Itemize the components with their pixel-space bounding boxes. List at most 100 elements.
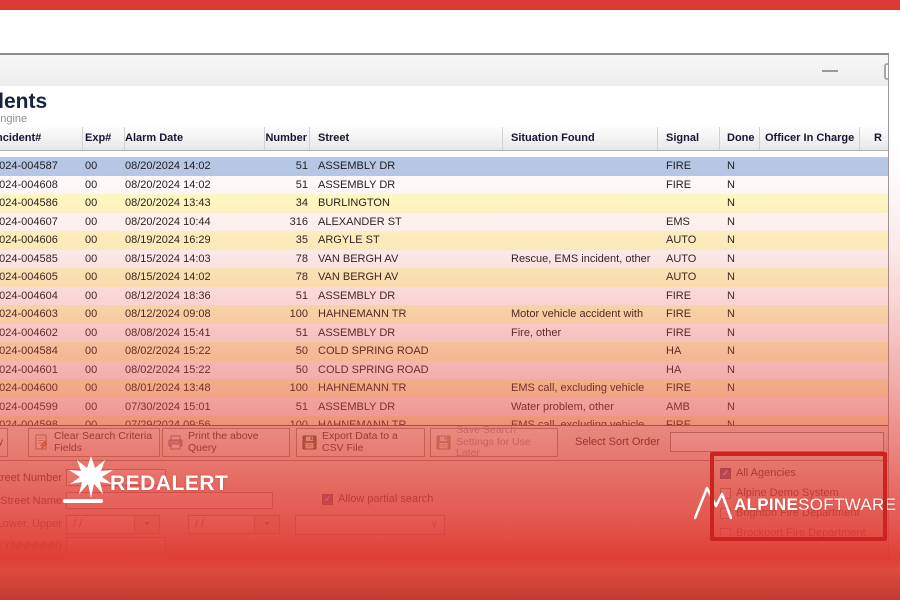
exp-cell: 00 (83, 157, 125, 176)
incident-number-cell: 2024-004607 (0, 213, 83, 232)
column-header[interactable]: Signal (658, 127, 720, 150)
done-cell: N (720, 398, 760, 417)
empty-combobox[interactable]: ∨ (295, 515, 445, 535)
table-row[interactable]: 2024-004601 00 08/02/2024 15:22 50 COLD … (0, 361, 888, 380)
sort-order-input[interactable] (670, 432, 884, 452)
street-number-cell: 34 (265, 194, 310, 213)
table-row[interactable]: 2024-004608 00 08/20/2024 14:02 51 ASSEM… (0, 176, 888, 195)
street-cell: ASSEMBLY DR (310, 398, 503, 417)
street-cell: HAHNEMANN TR (310, 379, 503, 398)
column-header[interactable]: Number (265, 127, 310, 150)
officer-in-charge-cell (760, 398, 860, 417)
table-row[interactable]: 2024-004603 00 08/12/2024 09:08 100 HAHN… (0, 305, 888, 324)
table-row[interactable]: 2024-004586 00 08/20/2024 13:43 34 BURLI… (0, 194, 888, 213)
signal-cell: FIRE (658, 157, 720, 176)
minimize-icon[interactable] (822, 70, 838, 72)
situation-found-cell (503, 194, 658, 213)
signal-cell: HA (658, 361, 720, 380)
save-disk-icon (435, 434, 452, 451)
incident-number-input[interactable] (66, 537, 166, 554)
street-cell: COLD SPRING ROAD (310, 342, 503, 361)
signal-cell: FIRE (658, 176, 720, 195)
column-header[interactable]: Alarm Date (125, 127, 265, 150)
column-header[interactable]: Incident# (0, 127, 83, 150)
maximize-icon[interactable] (884, 63, 889, 80)
table-row[interactable]: 2024-004607 00 08/20/2024 10:44 316 ALEX… (0, 213, 888, 232)
page-subtitle: Search Engine (0, 113, 888, 125)
date-range-label: Lower, Upper (0, 518, 62, 530)
table-row[interactable]: 2024-004606 00 08/19/2024 16:29 35 ARGYL… (0, 231, 888, 250)
select-sort-order-label: Select Sort Order (575, 436, 660, 448)
officer-in-charge-cell (760, 231, 860, 250)
page-header: Incidents Search Engine (0, 90, 888, 125)
allow-partial-search-checkbox[interactable]: ✓ Allow partial search (322, 493, 433, 505)
situation-found-cell: Rescue, EMS incident, other (503, 250, 658, 269)
incident-number-cell: 2024-004584 (0, 342, 83, 361)
situation-found-cell (503, 268, 658, 287)
dropdown-arrow-icon[interactable]: ▼ (254, 516, 279, 533)
exp-cell: 00 (83, 287, 125, 306)
mountain-icon (694, 482, 732, 520)
r-cell (860, 342, 888, 361)
save-search-settings-label: Save Search Settings for Use Later (456, 425, 553, 460)
table-row[interactable]: 2024-004600 00 08/01/2024 13:48 100 HAHN… (0, 379, 888, 398)
exp-cell: 00 (83, 176, 125, 195)
column-header[interactable]: Street (310, 127, 503, 150)
exp-cell: 00 (83, 416, 125, 425)
r-cell (860, 305, 888, 324)
alpine-logo-light-text: SOFTWARE (798, 495, 896, 514)
agency-checkbox-all[interactable]: ✓ All Agencies (720, 467, 796, 479)
table-row[interactable]: 2024-004587 00 08/20/2024 14:02 51 ASSEM… (0, 157, 888, 176)
officer-in-charge-cell (760, 416, 860, 425)
table-row[interactable]: 2024-004599 00 07/30/2024 15:01 51 ASSEM… (0, 398, 888, 417)
print-query-label: Print the above Query (188, 431, 285, 455)
exp-cell: 00 (83, 194, 125, 213)
table-body: 2024-004587 00 08/20/2024 14:02 51 ASSEM… (0, 157, 888, 425)
dropdown-arrow-icon[interactable]: ▼ (134, 516, 159, 533)
done-cell: N (720, 194, 760, 213)
cut-off-button[interactable]: y (0, 428, 8, 457)
incident-number-cell: 2024-004608 (0, 176, 83, 195)
table-row[interactable]: 2024-004605 00 08/15/2024 14:02 78 VAN B… (0, 268, 888, 287)
date-upper-field[interactable]: / / ▼ (188, 515, 280, 534)
promo-canvas: Incidents Search Engine Incident#Exp#Ala… (0, 0, 900, 600)
date-lower-field[interactable]: / / ▼ (66, 515, 160, 534)
agency-checkbox-brockport[interactable]: Brockport Fire Department (720, 527, 866, 539)
officer-in-charge-cell (760, 324, 860, 343)
done-cell: N (720, 287, 760, 306)
incident-number-cell: 2024-004586 (0, 194, 83, 213)
table-row[interactable]: 2024-004598 00 07/29/2024 09:56 100 HAHN… (0, 416, 888, 425)
table-row[interactable]: 2024-004585 00 08/15/2024 14:03 78 VAN B… (0, 250, 888, 269)
table-row[interactable]: 2024-004602 00 08/08/2024 15:41 51 ASSEM… (0, 324, 888, 343)
print-query-button[interactable]: Print the above Query (162, 428, 290, 457)
exp-cell: 00 (83, 250, 125, 269)
clear-search-criteria-button[interactable]: Clear Search Criteria Fields (28, 428, 160, 457)
situation-found-cell (503, 176, 658, 195)
incident-number-cell: 2024-004602 (0, 324, 83, 343)
situation-found-cell (503, 361, 658, 380)
allow-partial-search-label: Allow partial search (338, 493, 433, 505)
done-cell: N (720, 324, 760, 343)
incident-number-cell: 2024-004587 (0, 157, 83, 176)
exp-cell: 00 (83, 268, 125, 287)
street-cell: HAHNEMANN TR (310, 305, 503, 324)
column-header[interactable]: Exp# (83, 127, 125, 150)
save-search-settings-button[interactable]: Save Search Settings for Use Later (430, 428, 558, 457)
column-header[interactable]: Officer In Charge (760, 127, 860, 150)
alarm-date-cell: 08/08/2024 15:41 (125, 324, 265, 343)
situation-found-cell: Fire, other (503, 324, 658, 343)
situation-found-cell: Water problem, other (503, 398, 658, 417)
street-number-cell: 78 (265, 268, 310, 287)
column-header[interactable]: R (860, 127, 888, 150)
table-row[interactable]: 2024-004584 00 08/02/2024 15:22 50 COLD … (0, 342, 888, 361)
r-cell (860, 379, 888, 398)
signal-cell: FIRE (658, 416, 720, 425)
situation-found-cell (503, 231, 658, 250)
column-header[interactable]: Done (720, 127, 760, 150)
table-header: Incident#Exp#Alarm DateNumberStreetSitua… (0, 127, 888, 151)
column-header[interactable]: Situation Found (503, 127, 658, 150)
done-cell: N (720, 176, 760, 195)
export-csv-button[interactable]: Export Data to a CSV File (296, 428, 425, 457)
incident-number-cell: 2024-004600 (0, 379, 83, 398)
table-row[interactable]: 2024-004604 00 08/12/2024 18:36 51 ASSEM… (0, 287, 888, 306)
